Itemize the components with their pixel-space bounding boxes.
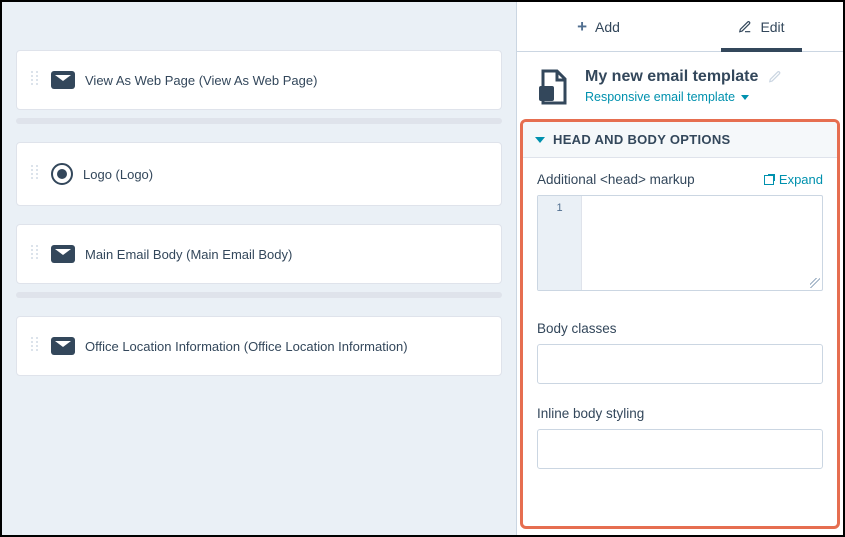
block-main-email-body[interactable]: Main Email Body (Main Email Body) [16, 224, 502, 284]
caret-down-icon [741, 95, 749, 100]
template-type-label: Responsive email template [585, 90, 735, 104]
code-area[interactable] [582, 196, 822, 290]
envelope-icon [51, 337, 75, 355]
logo-icon [51, 163, 73, 185]
drag-handle-icon[interactable] [31, 245, 41, 263]
block-office-location[interactable]: Office Location Information (Office Loca… [16, 316, 502, 376]
block-label: Office Location Information (Office Loca… [85, 339, 408, 354]
tab-edit[interactable]: Edit [680, 2, 843, 51]
chevron-down-icon [535, 137, 545, 143]
head-markup-editor[interactable]: 1 [537, 195, 823, 291]
document-icon [537, 68, 571, 106]
template-title: My new email template [585, 68, 758, 86]
template-type-dropdown[interactable]: Responsive email template [585, 90, 825, 104]
inline-body-styling-input[interactable] [537, 429, 823, 469]
edit-title-icon[interactable] [768, 70, 782, 84]
tab-add[interactable]: Add [517, 2, 680, 51]
template-canvas[interactable]: View As Web Page (View As Web Page) Logo… [2, 2, 516, 535]
section-title: HEAD AND BODY OPTIONS [553, 132, 730, 147]
block-label: Main Email Body (Main Email Body) [85, 247, 292, 262]
tab-label: Edit [760, 19, 784, 35]
block-label: Logo (Logo) [83, 167, 153, 182]
envelope-icon [51, 245, 75, 263]
block-divider [16, 292, 502, 298]
block-divider [16, 118, 502, 124]
drag-handle-icon[interactable] [31, 165, 41, 183]
drag-handle-icon[interactable] [31, 337, 41, 355]
sidebar-tabs: Add Edit [517, 2, 843, 52]
envelope-icon [51, 71, 75, 89]
block-label: View As Web Page (View As Web Page) [85, 73, 317, 88]
template-header: My new email template Responsive email t… [517, 52, 843, 120]
pencil-icon [738, 20, 752, 34]
code-gutter: 1 [538, 196, 582, 290]
plus-icon [577, 17, 587, 37]
body-classes-input[interactable] [537, 344, 823, 384]
block-view-as-web-page[interactable]: View As Web Page (View As Web Page) [16, 50, 502, 110]
line-number: 1 [556, 202, 562, 214]
sidebar: Add Edit My new email template [516, 2, 843, 535]
block-logo[interactable]: Logo (Logo) [16, 142, 502, 206]
drag-handle-icon[interactable] [31, 71, 41, 89]
highlighted-region: HEAD AND BODY OPTIONS Additional <head> … [520, 119, 840, 529]
expand-text: Expand [779, 172, 823, 187]
head-markup-label: Additional <head> markup [537, 172, 695, 187]
expand-link[interactable]: Expand [764, 172, 823, 187]
resize-handle-icon[interactable] [810, 278, 820, 288]
body-classes-label: Body classes [537, 321, 823, 336]
inline-body-styling-label: Inline body styling [537, 406, 823, 421]
section-head-body-options[interactable]: HEAD AND BODY OPTIONS [523, 122, 837, 158]
expand-icon [764, 175, 774, 185]
tab-label: Add [595, 19, 620, 35]
